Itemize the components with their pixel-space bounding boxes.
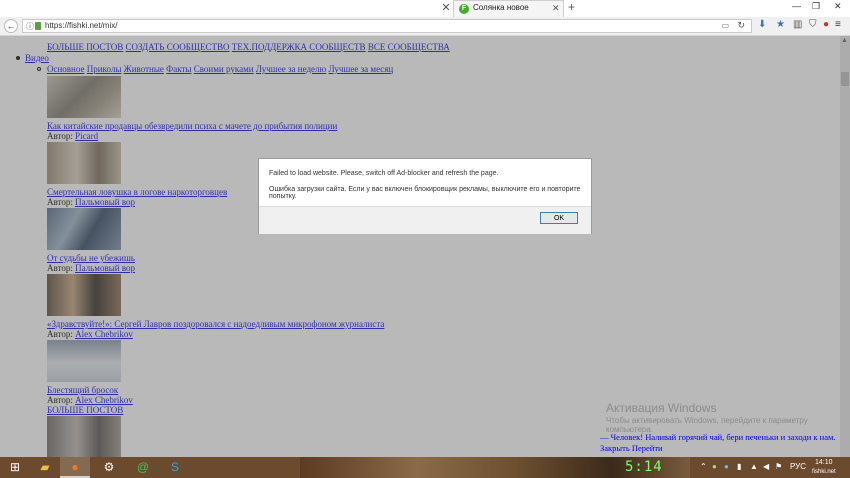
tab-title: Солянка новое (473, 3, 529, 12)
ok-button[interactable]: OK (540, 212, 578, 224)
browser-tab[interactable]: F Солянка новое ✕ (453, 0, 564, 17)
dialog-message-ru: Ошибка загрузки сайта. Если у вас включе… (269, 186, 581, 200)
skype-icon[interactable]: S (160, 457, 190, 478)
system-clock[interactable]: 14:10 (815, 459, 833, 467)
info-icon[interactable]: ⓘ (26, 21, 34, 32)
ticker-close-link[interactable]: Закрыть (600, 443, 630, 453)
ticker-go-link[interactable]: Перейти (632, 443, 663, 453)
adblock-dialog: Failed to load website. Please, switch o… (258, 158, 592, 234)
modal-overlay (0, 36, 850, 457)
tab-close-icon[interactable]: ✕ (552, 3, 560, 14)
adblock-icon[interactable]: ● (823, 19, 829, 30)
tray-app-icon[interactable]: ● (712, 462, 717, 471)
firefox-icon[interactable]: ● (60, 457, 90, 478)
menu-icon[interactable]: ≡ (835, 19, 841, 30)
wallpaper-clock: 5:14 (625, 459, 663, 475)
tray-flag-icon[interactable]: ⚑ (775, 462, 782, 471)
tray-battery-icon[interactable]: ▮ (737, 462, 741, 471)
shield-icon[interactable]: ⛉ (809, 19, 817, 30)
nav-bar: ← ⓘ https://fishki.net/mix/ ▭ ↻ (0, 17, 850, 36)
start-button[interactable]: ⊞ (0, 457, 30, 478)
tray-skype-icon[interactable]: ● (724, 462, 729, 471)
tray-volume-icon[interactable]: ◀ (763, 462, 769, 471)
new-tab-button[interactable]: + (568, 0, 575, 14)
file-explorer-icon[interactable]: ▰ (30, 457, 60, 478)
corner-watermark: fishki.net (812, 469, 836, 475)
ticker-actions: Закрыть Перейти (600, 443, 663, 453)
ticker-link[interactable]: — Человек! Наливай горячий чай, бери печ… (600, 432, 836, 442)
minimize-button[interactable]: — (792, 1, 801, 11)
close-tab-icon[interactable]: ✕ (441, 2, 451, 14)
url-text[interactable]: https://fishki.net/mix/ (45, 21, 117, 30)
close-window-button[interactable]: ✕ (834, 1, 842, 12)
tray-chevron-icon[interactable]: ⌃ (700, 462, 707, 471)
reader-icon[interactable]: ▭ (721, 21, 729, 30)
download-icon[interactable]: ⬇ (758, 19, 766, 30)
ticker-message: — Человек! Наливай горячий чай, бери печ… (600, 432, 836, 442)
settings-gear-icon[interactable]: ⚙ (94, 457, 124, 478)
activation-watermark-title: Активация Windows (606, 401, 717, 415)
back-button[interactable]: ← (4, 19, 18, 33)
reload-icon[interactable]: ↻ (737, 20, 745, 31)
library-icon[interactable]: ▥ (793, 19, 802, 30)
address-bar[interactable]: ⓘ https://fishki.net/mix/ ▭ ↻ (22, 19, 752, 33)
language-indicator[interactable]: РУС (790, 462, 806, 471)
maximize-button[interactable]: ❐ (812, 1, 820, 12)
tab-bar: ✕ F Солянка новое ✕ + — ❐ ✕ (0, 0, 850, 17)
taskbar: 5:14 ⊞ ▰ ● ⚙ @ S ⌃ ● ● ▮ ▲ ◀ ⚑ РУС 14:10 (0, 457, 850, 478)
lock-icon (35, 22, 41, 30)
mail-agent-icon[interactable]: @ (128, 457, 158, 478)
favicon-icon: F (459, 4, 469, 14)
bookmark-star-icon[interactable]: ★ (776, 19, 785, 30)
dialog-message-en: Failed to load website. Please, switch o… (269, 170, 499, 177)
tray-network-icon[interactable]: ▲ (750, 462, 758, 471)
